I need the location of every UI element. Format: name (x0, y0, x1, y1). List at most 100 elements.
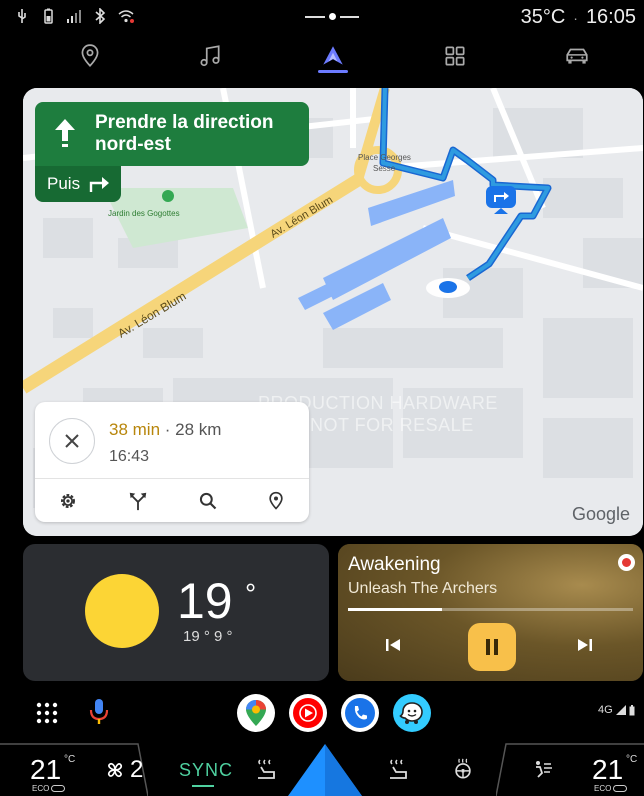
status-right: 35°C · 16:05 (520, 6, 636, 28)
search-button[interactable] (193, 486, 223, 516)
trip-info-card: 38 min · 28 km 16:43 (35, 402, 309, 522)
arrow-up-icon (55, 119, 75, 147)
seat-heat-icon (258, 759, 275, 779)
bluetooth-icon (95, 8, 106, 24)
top-navigation (0, 36, 644, 80)
previous-track-button[interactable] (384, 636, 402, 659)
battery-small-icon (629, 704, 635, 715)
active-tab-indicator (318, 70, 348, 73)
status-bar: 35°C · 16:05 (0, 0, 644, 36)
play-pause-button[interactable] (468, 623, 516, 671)
eta-duration: 38 min (109, 420, 161, 439)
car-icon (566, 48, 588, 64)
weather-card[interactable]: 19 ° 19 ° 9 ° (23, 544, 329, 681)
climate-bar: 21 °C ECO 2 SYNC 21 °C ECO (0, 740, 644, 796)
arrival-time: 16:43 (109, 448, 150, 465)
map-actions (35, 486, 309, 516)
climate-home-button[interactable] (288, 744, 362, 796)
current-temperature: 19 (177, 573, 233, 629)
pause-icon (486, 639, 498, 655)
navigation-map[interactable]: Jardin des Gogottes Place Georges Sesse … (23, 88, 643, 536)
network-type: 4G (598, 704, 613, 716)
youtube-music-app[interactable] (289, 694, 327, 732)
youtube-music-app-icon (293, 698, 323, 728)
fan-speed-value: 2 (130, 756, 144, 783)
location-pin-icon (81, 44, 99, 67)
instruction-line-1: Prendre la direction (95, 112, 274, 133)
passenger-seat-heat-button[interactable] (386, 758, 410, 785)
phone-app-icon (345, 698, 375, 728)
passenger-temperature[interactable]: 21 (592, 754, 623, 786)
driver-seat-heat-button[interactable] (254, 758, 278, 785)
seat-heat-icon (390, 759, 407, 779)
sun-icon (85, 574, 159, 648)
microphone-icon (89, 699, 109, 724)
close-icon (65, 434, 79, 448)
nav-vehicle[interactable] (557, 36, 597, 76)
eta-distance: 28 km (175, 420, 222, 439)
app-launcher-button[interactable] (36, 702, 58, 729)
track-title: Awakening (348, 554, 441, 575)
page-indicator (305, 13, 359, 20)
turn-right-icon (89, 177, 110, 192)
passenger-temperature-unit: °C (626, 754, 638, 765)
google-maps-app[interactable] (237, 694, 275, 732)
waze-app-icon (399, 702, 423, 724)
dots-grid-icon (36, 702, 58, 724)
waze-app[interactable] (393, 694, 431, 732)
park-label: Jardin des Gogottes (108, 209, 180, 218)
nav-music[interactable] (190, 36, 230, 76)
phone-app[interactable] (341, 694, 379, 732)
status-icons (14, 8, 134, 24)
route-split-icon (129, 492, 147, 511)
then-label: Puis (47, 174, 81, 193)
steering-wheel-heat-button[interactable] (452, 758, 474, 785)
outside-temperature: 35°C (520, 6, 566, 28)
alternate-routes-button[interactable] (123, 486, 153, 516)
gear-icon (61, 494, 75, 508)
turn-instruction-banner[interactable]: Prendre la direction nord-est (35, 102, 309, 166)
close-navigation-button[interactable] (49, 418, 95, 464)
google-maps-app-icon (246, 700, 266, 726)
airflow-direction-button[interactable] (530, 758, 554, 785)
wifi-icon (118, 10, 134, 23)
eta: 38 min · 28 km (109, 420, 222, 439)
search-icon (199, 492, 217, 510)
apps-grid-icon (445, 46, 465, 66)
app-dock: 4G (0, 686, 644, 740)
airflow-icon (536, 761, 552, 778)
location-button[interactable] (261, 486, 291, 516)
clock: 16:05 (585, 6, 636, 28)
nav-location[interactable] (70, 36, 110, 76)
cellular-signal-icon (615, 705, 626, 715)
place-label-2: Sesse (373, 164, 396, 173)
degree-symbol: ° (245, 578, 257, 609)
skip-next-icon (578, 639, 592, 651)
driver-eco-mode[interactable]: ECO (32, 784, 66, 793)
passenger-eco-mode[interactable]: ECO (594, 784, 628, 793)
voice-assistant-button[interactable] (88, 698, 110, 731)
next-maneuver: Puis (35, 166, 121, 202)
sync-button[interactable]: SYNC (179, 760, 233, 781)
music-note-icon (200, 45, 220, 67)
place-label-1: Place Georges (358, 153, 411, 162)
progress-track[interactable] (348, 608, 633, 611)
network-status: 4G (598, 704, 635, 716)
driver-temperature-unit: °C (64, 754, 76, 765)
battery-icon (44, 8, 53, 24)
settings-button[interactable] (53, 486, 83, 516)
map-attribution: Google (572, 504, 631, 524)
steering-wheel-heat-icon (455, 758, 471, 779)
divider (35, 478, 309, 479)
location-pin-icon (269, 491, 283, 510)
track-artist: Unleash The Archers (348, 580, 498, 597)
next-track-button[interactable] (576, 636, 594, 659)
temperature-range: 19 ° 9 ° (183, 628, 233, 645)
media-card[interactable]: Awakening Unleash The Archers (338, 544, 643, 681)
driver-temperature[interactable]: 21 (30, 754, 61, 786)
fan-speed-control[interactable]: 2 (104, 756, 143, 784)
instruction-line-2: nord-est (95, 134, 171, 155)
signal-icon (67, 10, 81, 23)
nav-apps[interactable] (435, 36, 475, 76)
navigation-arrow-icon (323, 46, 343, 65)
